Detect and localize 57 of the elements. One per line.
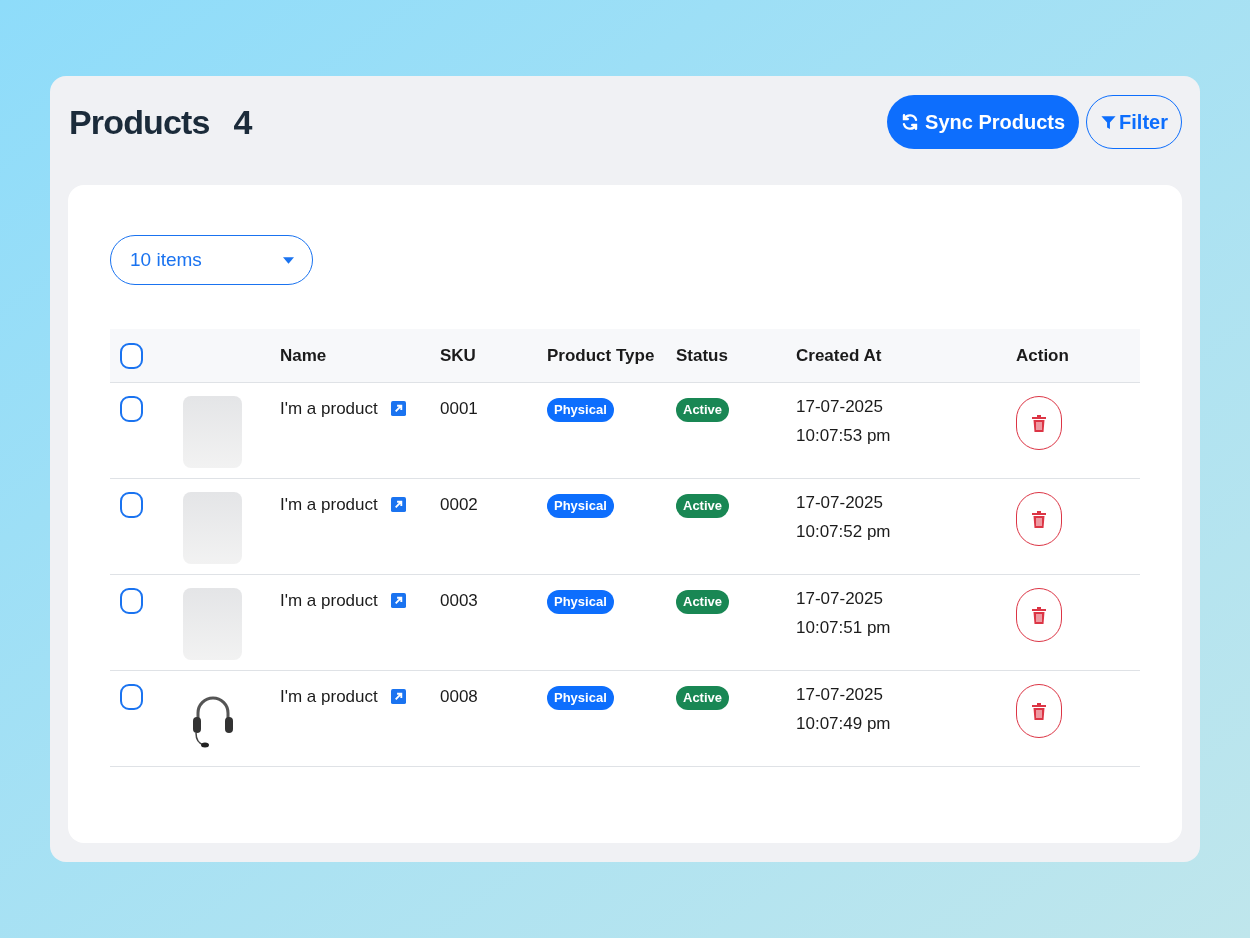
trash-icon	[1032, 606, 1046, 624]
external-link-icon[interactable]	[390, 689, 406, 705]
created-time: 10:07:53 pm	[796, 425, 892, 447]
delete-button[interactable]	[1016, 684, 1062, 738]
created-date: 17-07-2025	[796, 396, 884, 418]
photo-placeholder	[183, 396, 242, 468]
sku-cell: 0008	[440, 687, 478, 706]
created-time: 10:07:52 pm	[796, 521, 892, 543]
column-header: Action	[1016, 345, 1069, 365]
checkbox[interactable]	[120, 342, 143, 369]
created-date: 17-07-2025	[796, 684, 884, 706]
photo-placeholder	[183, 492, 242, 564]
created-time: 10:07:51 pm	[796, 617, 892, 639]
product-name: I'm a product	[280, 494, 378, 516]
checkbox[interactable]	[120, 492, 143, 518]
page-size-select[interactable]: 10 items	[110, 235, 313, 285]
sku-cell: 0002	[440, 495, 478, 514]
external-link-icon[interactable]	[390, 593, 406, 609]
status-badge: Active	[676, 590, 730, 614]
product-count: 4	[233, 101, 253, 143]
product-name: I'm a product	[280, 686, 378, 708]
external-link-icon[interactable]	[390, 497, 406, 513]
trash-icon	[1032, 702, 1046, 720]
checkbox[interactable]	[120, 684, 143, 710]
trash-icon	[1032, 414, 1046, 432]
created-date: 17-07-2025	[796, 492, 884, 514]
product-name: I'm a product	[280, 590, 378, 612]
page-title: Products	[69, 101, 210, 143]
refresh-icon	[901, 113, 920, 131]
column-header: Product Type	[547, 345, 655, 365]
external-link-icon[interactable]	[390, 401, 406, 417]
status-badge: Active	[676, 686, 730, 710]
column-header: Created At	[796, 345, 882, 365]
sku-cell: 0003	[440, 591, 478, 610]
product-type-badge: Physical	[547, 398, 614, 422]
column-header: Name	[280, 345, 327, 365]
filter-icon	[1100, 113, 1118, 131]
column-header: Status	[676, 345, 728, 365]
sku-cell: 0001	[440, 399, 478, 418]
product-type-badge: Physical	[547, 590, 614, 614]
product-type-badge: Physical	[547, 686, 614, 710]
status-badge: Active	[676, 494, 730, 518]
photo-placeholder	[183, 588, 242, 660]
product-name: I'm a product	[280, 398, 378, 420]
trash-icon	[1032, 510, 1046, 528]
status-badge: Active	[676, 398, 730, 422]
caret-icon	[283, 256, 294, 264]
sync-products-button[interactable]: Sync Products	[887, 95, 1080, 149]
checkbox[interactable]	[120, 396, 143, 422]
delete-button[interactable]	[1016, 492, 1062, 546]
delete-button[interactable]	[1016, 588, 1062, 642]
column-header: SKU	[440, 345, 476, 365]
product-type-badge: Physical	[547, 494, 614, 518]
checkbox[interactable]	[120, 588, 143, 614]
created-date: 17-07-2025	[796, 588, 884, 610]
delete-button[interactable]	[1016, 396, 1062, 450]
created-time: 10:07:49 pm	[796, 713, 892, 735]
